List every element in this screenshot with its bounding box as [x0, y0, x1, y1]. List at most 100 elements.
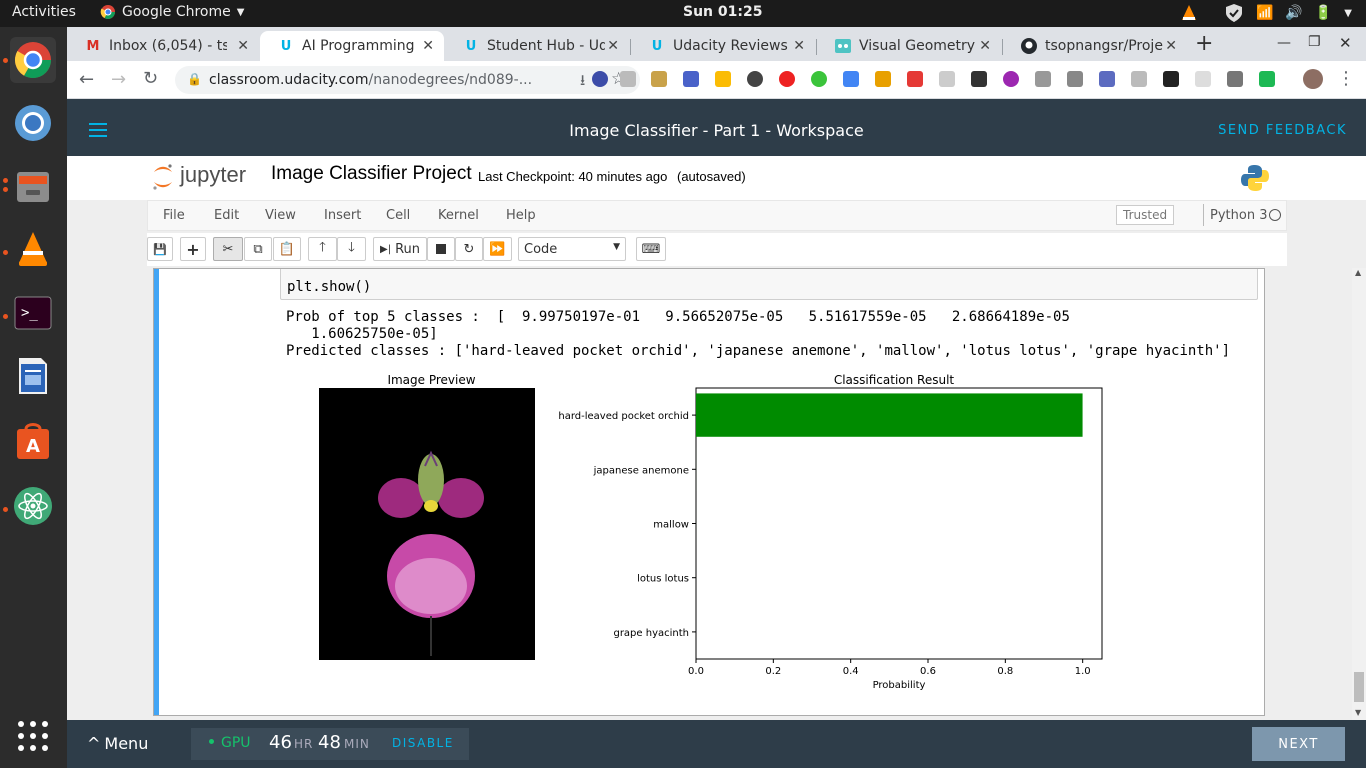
show-applications-button[interactable] — [10, 713, 56, 759]
extension-icon[interactable] — [1131, 71, 1147, 87]
menu-help[interactable]: Help — [506, 208, 536, 223]
copy-button[interactable]: ⧉ — [244, 237, 272, 261]
extension-icon[interactable] — [1259, 71, 1275, 87]
camera-icon[interactable] — [1035, 71, 1051, 87]
scroll-up-icon[interactable]: ▲ — [1355, 268, 1361, 277]
tab-inbox[interactable]: M Inbox (6,054) - tso ✕ — [67, 31, 259, 61]
window-close-button[interactable]: ✕ — [1339, 34, 1352, 52]
app-menu[interactable]: Google Chrome ▼ — [100, 4, 244, 20]
close-icon[interactable]: ✕ — [422, 38, 434, 54]
close-icon[interactable]: ✕ — [1165, 38, 1177, 54]
paste-button[interactable]: 📋 — [273, 237, 301, 261]
menu-cell[interactable]: Cell — [386, 208, 410, 223]
menu-insert[interactable]: Insert — [324, 208, 361, 223]
extension-icon[interactable] — [875, 71, 891, 87]
dock-chrome[interactable] — [10, 37, 56, 83]
gpu-panel: GPU 46 HR 48 MIN DISABLE — [191, 728, 469, 760]
cut-button[interactable]: ✂ — [213, 237, 243, 261]
tab-visual-geometry[interactable]: Visual Geometry G ✕ — [817, 31, 1001, 61]
close-icon[interactable]: ✕ — [607, 38, 619, 54]
dock-atom[interactable] — [10, 483, 56, 529]
tab-ai-programming[interactable]: U AI Programming w ✕ — [260, 31, 444, 61]
trusted-badge[interactable]: Trusted — [1116, 205, 1175, 225]
reload-button[interactable]: ↻ — [143, 68, 158, 89]
restart-run-all-button[interactable]: ⏩ — [483, 237, 512, 261]
dock-files[interactable] — [10, 163, 56, 209]
checkpoint-status: Last Checkpoint: 40 minutes ago — [478, 169, 668, 184]
extension-icon[interactable] — [1067, 71, 1083, 87]
dock-vlc[interactable] — [10, 226, 56, 272]
notebook-name[interactable]: Image Classifier Project — [271, 163, 472, 185]
clock[interactable]: Sun 01:25 — [683, 4, 762, 20]
next-button[interactable]: NEXT — [1252, 727, 1345, 761]
move-down-button[interactable]: 🡓 — [337, 237, 366, 261]
close-icon[interactable]: ✕ — [237, 38, 249, 54]
close-icon[interactable]: ✕ — [979, 38, 991, 54]
browser-toolbar: ← → ↻ 🔒 classroom.udacity.com/nanodegree… — [67, 61, 1366, 99]
menu-edit[interactable]: Edit — [214, 208, 239, 223]
menu-view[interactable]: View — [265, 208, 296, 223]
address-bar[interactable]: 🔒 classroom.udacity.com/nanodegrees/nd08… — [175, 66, 640, 94]
profile-avatar[interactable] — [1303, 69, 1323, 89]
volume-icon[interactable]: 🔊 — [1285, 5, 1302, 21]
layers-icon[interactable] — [1163, 71, 1179, 87]
back-button[interactable]: ← — [79, 69, 94, 90]
interrupt-button[interactable] — [427, 237, 455, 261]
extension-icon[interactable] — [1227, 71, 1243, 87]
extension-icon[interactable] — [971, 71, 987, 87]
disable-gpu-button[interactable]: DISABLE — [392, 736, 454, 750]
activities-button[interactable]: Activities — [12, 4, 76, 20]
extension-icon[interactable] — [620, 71, 636, 87]
minimize-button[interactable]: — — [1277, 35, 1291, 51]
insert-cell-button[interactable]: + — [180, 237, 206, 261]
tab-udacity-reviews[interactable]: U Udacity Reviews ✕ — [631, 31, 815, 61]
menu-kernel[interactable]: Kernel — [438, 208, 479, 223]
extension-icon[interactable] — [651, 71, 667, 87]
save-button[interactable]: 💾 — [147, 237, 173, 261]
extension-icon[interactable] — [1003, 71, 1019, 87]
vlc-tray-icon[interactable] — [1180, 4, 1198, 22]
page-scrollbar[interactable]: ▲ ▼ — [1352, 268, 1366, 720]
scroll-down-icon[interactable]: ▼ — [1355, 708, 1361, 717]
code-input-area[interactable]: plt.show() — [280, 269, 1258, 300]
run-button[interactable]: ▶| Run — [373, 237, 427, 261]
close-icon[interactable]: ✕ — [793, 38, 805, 54]
new-tab-button[interactable]: + — [1195, 31, 1213, 56]
restart-button[interactable]: ↻ — [455, 237, 483, 261]
maximize-button[interactable]: ❐ — [1308, 34, 1321, 50]
extension-icon[interactable] — [843, 71, 859, 87]
pinterest-icon[interactable] — [747, 71, 763, 87]
scrollbar-thumb[interactable] — [1354, 672, 1364, 702]
dock-chromium[interactable] — [10, 100, 56, 146]
menu-file[interactable]: File — [163, 208, 185, 223]
dock-terminal[interactable]: >_ — [10, 290, 56, 336]
battery-icon[interactable]: 🔋 — [1315, 5, 1332, 21]
send-feedback-button[interactable]: SEND FEEDBACK — [1218, 123, 1347, 138]
power-menu-icon[interactable]: ▼ — [1344, 8, 1352, 19]
extension-icon[interactable] — [907, 71, 923, 87]
google-drive-icon[interactable] — [715, 71, 731, 87]
extension-icon[interactable] — [811, 71, 827, 87]
dock-document-viewer[interactable] — [10, 353, 56, 399]
extension-icon[interactable] — [683, 71, 699, 87]
code-text: plt.show() — [287, 279, 372, 295]
extension-icon[interactable] — [939, 71, 955, 87]
move-up-button[interactable]: 🡑 — [308, 237, 337, 261]
shield-icon[interactable] — [1224, 3, 1244, 23]
translate-icon[interactable] — [1099, 71, 1115, 87]
dock-software-center[interactable]: A — [10, 418, 56, 464]
tab-student-hub[interactable]: U Student Hub - Uda ✕ — [445, 31, 629, 61]
system-tray[interactable]: 📶 🔊 🔋 ▼ — [1180, 3, 1352, 23]
tab-github[interactable]: tsopnangsr/Proje ✕ — [1003, 31, 1187, 61]
forward-button[interactable]: → — [111, 69, 126, 90]
cell-type-select[interactable]: Code ▼ — [518, 237, 626, 261]
extension-icon[interactable] — [1195, 71, 1211, 87]
command-palette-button[interactable]: ⌨ — [636, 237, 666, 261]
browser-menu-icon[interactable]: ⋮ — [1337, 68, 1355, 89]
download-icon[interactable]: ⭳ — [580, 70, 585, 95]
wifi-icon[interactable]: 📶 — [1256, 5, 1273, 21]
workspace-menu-button[interactable]: ^ Menu — [87, 734, 148, 753]
extension-icon[interactable] — [779, 71, 795, 87]
extension-icon[interactable] — [592, 71, 608, 87]
notebook-cell[interactable]: plt.show() Prob of top 5 classes : [ 9.9… — [153, 268, 1265, 716]
